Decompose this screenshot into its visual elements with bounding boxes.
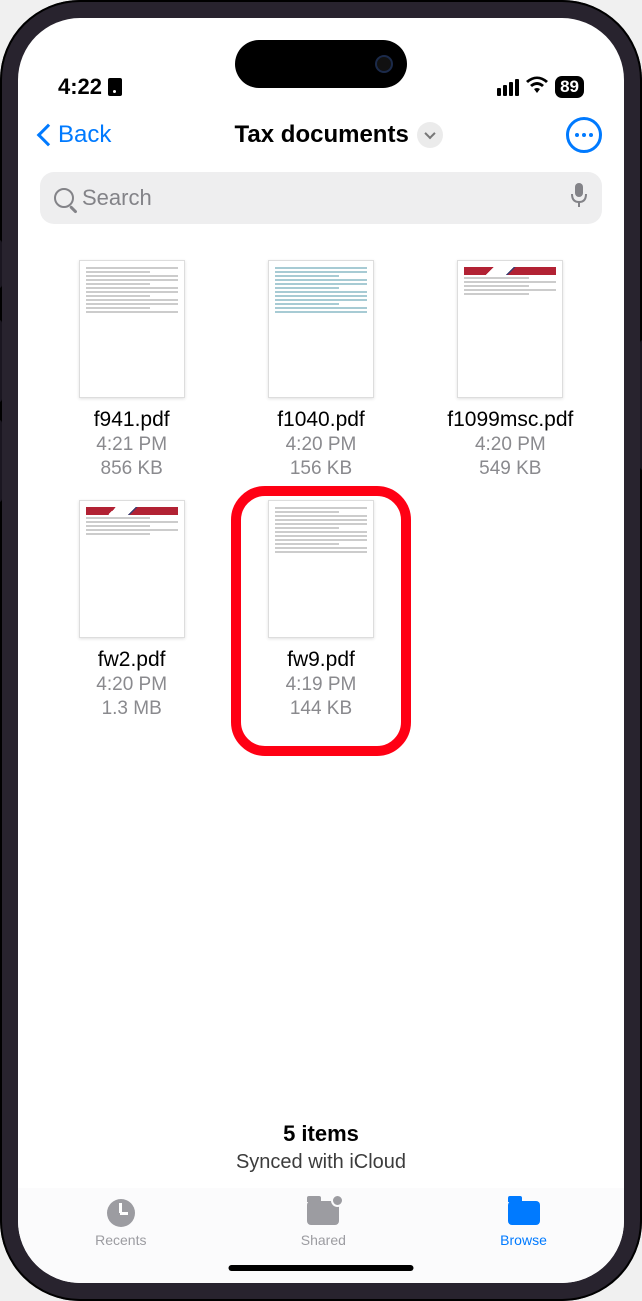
back-label: Back [58, 121, 111, 149]
page-title: Tax documents [235, 121, 409, 149]
file-size: 549 KB [479, 458, 541, 480]
tab-label: Shared [301, 1232, 346, 1248]
tab-label: Browse [500, 1232, 547, 1248]
item-count: 5 items [18, 1121, 624, 1147]
file-name: f941.pdf [94, 408, 170, 432]
screen: 4:22 89 Back Tax documents [18, 18, 624, 1283]
file-time: 4:20 PM [96, 674, 167, 696]
side-button [0, 240, 2, 288]
file-time: 4:20 PM [286, 434, 357, 456]
sync-status: Synced with iCloud [18, 1151, 624, 1174]
file-thumbnail [457, 260, 563, 398]
more-options-button[interactable] [566, 117, 602, 153]
tab-recents[interactable]: Recents [95, 1198, 146, 1248]
file-item[interactable]: fw2.pdf 4:20 PM 1.3 MB [46, 500, 217, 720]
tab-shared[interactable]: Shared [301, 1198, 346, 1248]
files-grid: f941.pdf 4:21 PM 856 KB f1040.pdf 4:20 P… [18, 224, 624, 1121]
file-item[interactable]: f1099msc.pdf 4:20 PM 549 KB [425, 260, 596, 480]
phone-frame: 4:22 89 Back Tax documents [0, 0, 642, 1301]
file-name: f1040.pdf [277, 408, 365, 432]
back-button[interactable]: Back [40, 121, 111, 149]
folder-summary: 5 items Synced with iCloud [18, 1121, 624, 1188]
volume-up-button [0, 320, 2, 402]
file-thumbnail [79, 500, 185, 638]
tab-browse[interactable]: Browse [500, 1198, 547, 1248]
folder-title-button[interactable]: Tax documents [235, 121, 443, 149]
file-item[interactable]: fw9.pdf 4:19 PM 144 KB [235, 500, 406, 720]
folder-icon [508, 1201, 540, 1225]
search-input[interactable]: Search [40, 172, 602, 224]
file-thumbnail [79, 260, 185, 398]
sim-icon [108, 78, 122, 96]
volume-down-button [0, 420, 2, 502]
clock-icon [107, 1199, 135, 1227]
file-item[interactable]: f1040.pdf 4:20 PM 156 KB [235, 260, 406, 480]
file-name: f1099msc.pdf [447, 408, 573, 432]
file-name: fw9.pdf [287, 648, 355, 672]
file-size: 856 KB [101, 458, 163, 480]
folder-shared-icon [307, 1201, 339, 1225]
file-time: 4:19 PM [286, 674, 357, 696]
chevron-down-icon [417, 122, 443, 148]
file-thumbnail [268, 260, 374, 398]
navigation-bar: Back Tax documents [18, 106, 624, 164]
tab-label: Recents [95, 1232, 146, 1248]
file-size: 1.3 MB [102, 698, 162, 720]
front-camera [375, 55, 393, 73]
file-thumbnail [268, 500, 374, 638]
status-time: 4:22 [58, 74, 102, 100]
file-name: fw2.pdf [98, 648, 166, 672]
wifi-icon [525, 74, 549, 100]
dynamic-island [235, 40, 407, 88]
microphone-icon[interactable] [570, 182, 588, 214]
search-icon [54, 188, 74, 208]
cellular-signal-icon [497, 79, 519, 96]
search-placeholder: Search [82, 185, 562, 211]
chevron-left-icon [37, 124, 60, 147]
file-size: 156 KB [290, 458, 352, 480]
home-indicator[interactable] [229, 1265, 414, 1271]
file-size: 144 KB [290, 698, 352, 720]
battery-indicator: 89 [555, 76, 584, 98]
file-item[interactable]: f941.pdf 4:21 PM 856 KB [46, 260, 217, 480]
file-time: 4:21 PM [96, 434, 167, 456]
file-time: 4:20 PM [475, 434, 546, 456]
